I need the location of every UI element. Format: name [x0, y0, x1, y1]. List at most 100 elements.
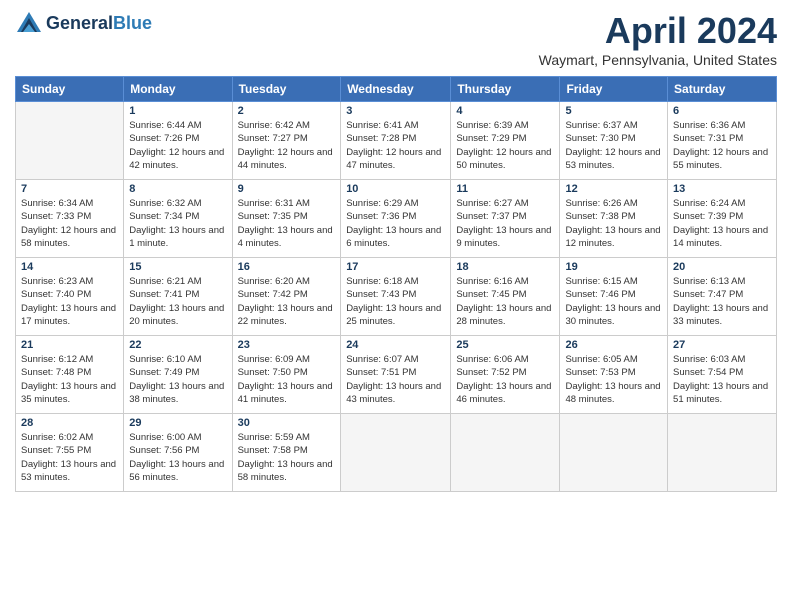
calendar-table: Sunday Monday Tuesday Wednesday Thursday…	[15, 76, 777, 492]
day-info: Sunrise: 6:37 AMSunset: 7:30 PMDaylight:…	[565, 119, 662, 172]
calendar-cell	[451, 414, 560, 492]
col-wednesday: Wednesday	[341, 77, 451, 102]
calendar-cell: 10 Sunrise: 6:29 AMSunset: 7:36 PMDayligh…	[341, 180, 451, 258]
calendar-cell: 6Sunrise: 6:36 AMSunset: 7:31 PMDaylight…	[668, 102, 777, 180]
calendar-cell: 30 Sunrise: 5:59 AMSunset: 7:58 PMDayligh…	[232, 414, 341, 492]
day-info: Sunrise: 6:05 AMSunset: 7:53 PMDaylight:…	[565, 353, 662, 406]
day-info: Sunrise: 6:15 AMSunset: 7:46 PMDaylight:…	[565, 275, 662, 328]
calendar-cell: 9 Sunrise: 6:31 AMSunset: 7:35 PMDaylight…	[232, 180, 341, 258]
day-number: 9	[238, 183, 336, 195]
day-number: 16	[238, 261, 336, 273]
title-block: April 2024 Waymart, Pennsylvania, United…	[539, 10, 777, 68]
logo-icon	[15, 10, 43, 38]
calendar-cell	[16, 102, 124, 180]
day-info: Sunrise: 6:06 AMSunset: 7:52 PMDaylight:…	[456, 353, 554, 406]
day-number: 24	[346, 339, 445, 351]
day-number: 11	[456, 183, 554, 195]
day-info: Sunrise: 6:42 AMSunset: 7:27 PMDaylight:…	[238, 119, 336, 172]
day-number: 26	[565, 339, 662, 351]
day-number: 4	[456, 105, 554, 117]
logo-text: GeneralBlue	[46, 14, 152, 34]
location: Waymart, Pennsylvania, United States	[539, 52, 777, 68]
calendar-cell	[668, 414, 777, 492]
col-thursday: Thursday	[451, 77, 560, 102]
day-info: Sunrise: 6:10 AMSunset: 7:49 PMDaylight:…	[129, 353, 226, 406]
day-number: 5	[565, 105, 662, 117]
calendar-cell: 8Sunrise: 6:32 AMSunset: 7:34 PMDaylight…	[124, 180, 232, 258]
col-friday: Friday	[560, 77, 668, 102]
day-info: Sunrise: 6:41 AMSunset: 7:28 PMDaylight:…	[346, 119, 445, 172]
col-monday: Monday	[124, 77, 232, 102]
calendar-cell: 19 Sunrise: 6:15 AMSunset: 7:46 PMDayligh…	[560, 258, 668, 336]
day-info: Sunrise: 6:34 AMSunset: 7:33 PMDaylight:…	[21, 197, 118, 250]
calendar-cell	[560, 414, 668, 492]
day-number: 17	[346, 261, 445, 273]
calendar-cell: 18 Sunrise: 6:16 AMSunset: 7:45 PMDayligh…	[451, 258, 560, 336]
day-info: Sunrise: 6:29 AMSunset: 7:36 PMDaylight:…	[346, 197, 445, 250]
day-info: Sunrise: 6:07 AMSunset: 7:51 PMDaylight:…	[346, 353, 445, 406]
calendar-week-0: 1Sunrise: 6:44 AMSunset: 7:26 PMDaylight…	[16, 102, 777, 180]
day-info: Sunrise: 6:23 AMSunset: 7:40 PMDaylight:…	[21, 275, 118, 328]
day-info: Sunrise: 6:03 AMSunset: 7:54 PMDaylight:…	[673, 353, 771, 406]
day-number: 6	[673, 105, 771, 117]
calendar-cell: 2 Sunrise: 6:42 AMSunset: 7:27 PMDaylight…	[232, 102, 341, 180]
calendar-cell: 21 Sunrise: 6:12 AMSunset: 7:48 PMDayligh…	[16, 336, 124, 414]
day-number: 29	[129, 417, 226, 429]
calendar-cell: 28Sunrise: 6:02 AMSunset: 7:55 PMDayligh…	[16, 414, 124, 492]
day-info: Sunrise: 6:18 AMSunset: 7:43 PMDaylight:…	[346, 275, 445, 328]
day-number: 18	[456, 261, 554, 273]
day-number: 27	[673, 339, 771, 351]
calendar-cell: 11 Sunrise: 6:27 AMSunset: 7:37 PMDayligh…	[451, 180, 560, 258]
day-number: 3	[346, 105, 445, 117]
day-number: 10	[346, 183, 445, 195]
day-info: Sunrise: 6:32 AMSunset: 7:34 PMDaylight:…	[129, 197, 226, 250]
day-info: Sunrise: 6:27 AMSunset: 7:37 PMDaylight:…	[456, 197, 554, 250]
day-number: 19	[565, 261, 662, 273]
logo: GeneralBlue	[15, 10, 152, 38]
calendar-cell: 27 Sunrise: 6:03 AMSunset: 7:54 PMDayligh…	[668, 336, 777, 414]
day-info: Sunrise: 6:09 AMSunset: 7:50 PMDaylight:…	[238, 353, 336, 406]
day-number: 21	[21, 339, 118, 351]
day-info: Sunrise: 6:31 AMSunset: 7:35 PMDaylight:…	[238, 197, 336, 250]
day-info: Sunrise: 6:21 AMSunset: 7:41 PMDaylight:…	[129, 275, 226, 328]
day-info: Sunrise: 6:00 AMSunset: 7:56 PMDaylight:…	[129, 431, 226, 484]
calendar-cell: 4 Sunrise: 6:39 AMSunset: 7:29 PMDaylight…	[451, 102, 560, 180]
day-number: 7	[21, 183, 118, 195]
calendar-cell: 26 Sunrise: 6:05 AMSunset: 7:53 PMDayligh…	[560, 336, 668, 414]
calendar-cell: 12 Sunrise: 6:26 AMSunset: 7:38 PMDayligh…	[560, 180, 668, 258]
calendar-cell: 7 Sunrise: 6:34 AMSunset: 7:33 PMDaylight…	[16, 180, 124, 258]
day-info: Sunrise: 6:12 AMSunset: 7:48 PMDaylight:…	[21, 353, 118, 406]
header: GeneralBlue April 2024 Waymart, Pennsylv…	[15, 10, 777, 68]
calendar-week-1: 7 Sunrise: 6:34 AMSunset: 7:33 PMDaylight…	[16, 180, 777, 258]
calendar-cell	[341, 414, 451, 492]
day-number: 2	[238, 105, 336, 117]
calendar-cell: 22Sunrise: 6:10 AMSunset: 7:49 PMDayligh…	[124, 336, 232, 414]
page: GeneralBlue April 2024 Waymart, Pennsylv…	[0, 0, 792, 612]
day-info: Sunrise: 6:16 AMSunset: 7:45 PMDaylight:…	[456, 275, 554, 328]
month-title: April 2024	[539, 10, 777, 52]
col-saturday: Saturday	[668, 77, 777, 102]
calendar-cell: 16 Sunrise: 6:20 AMSunset: 7:42 PMDayligh…	[232, 258, 341, 336]
day-info: Sunrise: 6:13 AMSunset: 7:47 PMDaylight:…	[673, 275, 771, 328]
calendar-week-4: 28Sunrise: 6:02 AMSunset: 7:55 PMDayligh…	[16, 414, 777, 492]
day-number: 15	[129, 261, 226, 273]
day-info: Sunrise: 6:26 AMSunset: 7:38 PMDaylight:…	[565, 197, 662, 250]
calendar-cell: 3 Sunrise: 6:41 AMSunset: 7:28 PMDaylight…	[341, 102, 451, 180]
calendar-cell: 20 Sunrise: 6:13 AMSunset: 7:47 PMDayligh…	[668, 258, 777, 336]
day-info: Sunrise: 6:39 AMSunset: 7:29 PMDaylight:…	[456, 119, 554, 172]
calendar-cell: 13Sunrise: 6:24 AMSunset: 7:39 PMDayligh…	[668, 180, 777, 258]
calendar-cell: 17 Sunrise: 6:18 AMSunset: 7:43 PMDayligh…	[341, 258, 451, 336]
day-info: Sunrise: 6:20 AMSunset: 7:42 PMDaylight:…	[238, 275, 336, 328]
day-info: Sunrise: 6:02 AMSunset: 7:55 PMDaylight:…	[21, 431, 118, 484]
calendar-cell: 14 Sunrise: 6:23 AMSunset: 7:40 PMDayligh…	[16, 258, 124, 336]
calendar-cell: 15 Sunrise: 6:21 AMSunset: 7:41 PMDayligh…	[124, 258, 232, 336]
day-number: 20	[673, 261, 771, 273]
calendar-body: 1Sunrise: 6:44 AMSunset: 7:26 PMDaylight…	[16, 102, 777, 492]
calendar-week-3: 21 Sunrise: 6:12 AMSunset: 7:48 PMDayligh…	[16, 336, 777, 414]
day-number: 23	[238, 339, 336, 351]
day-number: 1	[129, 105, 226, 117]
day-number: 30	[238, 417, 336, 429]
day-info: Sunrise: 5:59 AMSunset: 7:58 PMDaylight:…	[238, 431, 336, 484]
day-number: 14	[21, 261, 118, 273]
day-number: 12	[565, 183, 662, 195]
